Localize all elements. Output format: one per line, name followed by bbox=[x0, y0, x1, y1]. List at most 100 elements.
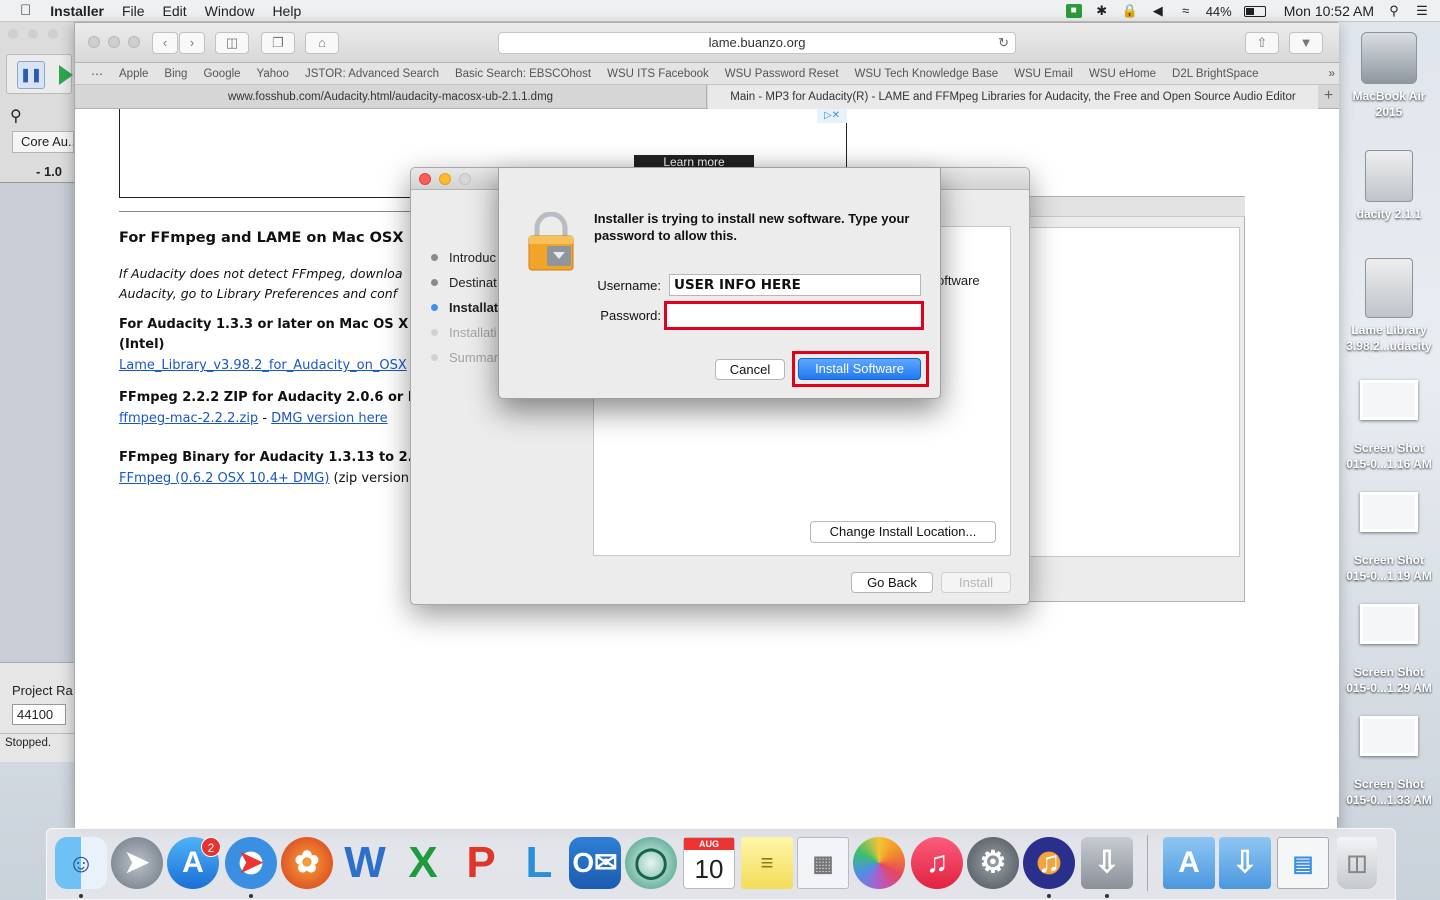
audacity-minimize-icon[interactable] bbox=[28, 29, 38, 39]
cancel-button[interactable]: Cancel bbox=[715, 359, 785, 380]
favorite-jstor[interactable]: JSTOR: Advanced Search bbox=[297, 68, 447, 80]
favorite-wsu-email[interactable]: WSU Email bbox=[1006, 68, 1081, 80]
ffmpeg-dmg-link[interactable]: FFmpeg (0.6.2 OSX 10.4+ DMG) bbox=[119, 471, 329, 486]
audio-host-select[interactable]: Core Au... bbox=[12, 131, 74, 153]
favorite-wsu-tech-kb[interactable]: WSU Tech Knowledge Base bbox=[847, 68, 1007, 80]
dmg-version-link[interactable]: DMG version here bbox=[271, 411, 387, 426]
audacity-zoom-icon[interactable] bbox=[48, 29, 58, 39]
menu-clock[interactable]: Mon 10:52 AM bbox=[1284, 3, 1374, 19]
photos-icon[interactable] bbox=[853, 837, 905, 889]
tab-fosshub[interactable]: www.fosshub.com/Audacity.html/audacity-m… bbox=[75, 85, 707, 109]
safari-minimize-icon[interactable] bbox=[108, 36, 120, 48]
username-field[interactable]: USER INFO HERE bbox=[669, 274, 921, 296]
favorite-google[interactable]: Google bbox=[195, 68, 248, 80]
finder-icon[interactable]: ☺ bbox=[55, 837, 107, 889]
desktop-icon-screenshot-2[interactable]: Screen Shot 015-0...1.19 AM bbox=[1342, 492, 1436, 584]
desktop-icon-screenshot-3[interactable]: Screen Shot 015-0...1.29 AM bbox=[1342, 604, 1436, 696]
safari-icon[interactable]: ➤ bbox=[225, 837, 277, 889]
ffmpeg-zip-link[interactable]: ffmpeg-mac-2.2.2.zip bbox=[119, 411, 258, 426]
downloads-icon[interactable]: ▼ bbox=[1289, 32, 1323, 54]
wifi-icon[interactable]: ≈ bbox=[1178, 4, 1194, 18]
audacity-icon[interactable]: ♫ bbox=[1023, 837, 1075, 889]
volume-icon[interactable]: ◀ bbox=[1150, 4, 1166, 18]
word-icon[interactable]: W bbox=[339, 837, 391, 889]
disk-image-icon bbox=[1365, 150, 1413, 202]
desktop-icon-screenshot-4[interactable]: Screen Shot 015-0...1.33 AM bbox=[1342, 716, 1436, 808]
desktop-icon-audacity-dmg[interactable]: dacity 2.1.1 bbox=[1342, 150, 1436, 222]
installer-icon[interactable]: ⇩ bbox=[1081, 837, 1133, 889]
status-bar: Stopped. bbox=[0, 733, 80, 753]
install-software-button[interactable]: Install Software bbox=[798, 358, 921, 380]
lync-icon[interactable]: L bbox=[513, 837, 565, 889]
tabs-overview-icon[interactable]: ❐ bbox=[261, 32, 295, 54]
microphone-icon[interactable]: ⚲ bbox=[10, 106, 22, 126]
track-area[interactable] bbox=[0, 182, 80, 662]
home-icon[interactable]: ⌂ bbox=[305, 32, 339, 54]
launchpad-icon[interactable]: ➤ bbox=[111, 837, 163, 889]
ad-choices-icon[interactable]: ▷✕ bbox=[817, 109, 847, 123]
spotlight-search-icon[interactable]: ⚲ bbox=[1386, 4, 1402, 18]
desktop-icon-macbook-air[interactable]: MacBook Air 2015 bbox=[1342, 32, 1436, 120]
installer-close-icon[interactable] bbox=[419, 173, 431, 185]
apple-menu-icon[interactable]:  bbox=[14, 2, 41, 19]
favorite-wsu-its-facebook[interactable]: WSU ITS Facebook bbox=[599, 68, 717, 80]
itunes-icon[interactable]: ♫ bbox=[911, 837, 963, 889]
favorite-yahoo[interactable]: Yahoo bbox=[249, 68, 297, 80]
back-icon[interactable]: ‹ bbox=[152, 32, 178, 54]
more-favorites-icon[interactable]: » bbox=[1328, 66, 1335, 80]
reload-icon[interactable]: ↻ bbox=[998, 33, 1009, 53]
firefox-icon[interactable]: ✿ bbox=[281, 837, 333, 889]
trash-icon[interactable]: ◫ bbox=[1337, 837, 1377, 889]
sidebar-icon[interactable]: ◫ bbox=[215, 32, 249, 54]
favorite-bing[interactable]: Bing bbox=[156, 68, 195, 80]
documents-stack-icon[interactable]: ▤ bbox=[1277, 837, 1329, 889]
notes-icon[interactable]: ≡ bbox=[741, 837, 793, 889]
system-preferences-icon[interactable]: ⚙ bbox=[967, 837, 1019, 889]
pause-icon[interactable]: ❚❚ bbox=[17, 61, 45, 89]
excel-icon[interactable]: X bbox=[397, 837, 449, 889]
share-icon[interactable]: ⇧ bbox=[1245, 32, 1279, 54]
downloads-folder-icon[interactable]: ⇩ bbox=[1219, 837, 1271, 889]
installer-minimize-icon[interactable] bbox=[439, 173, 451, 185]
status-app-icon[interactable]: ■ bbox=[1065, 4, 1082, 18]
menu-window[interactable]: Window bbox=[196, 3, 264, 19]
play-icon[interactable] bbox=[59, 65, 73, 85]
menu-edit[interactable]: Edit bbox=[154, 3, 196, 19]
disk-image-icon bbox=[1365, 258, 1413, 318]
menu-app-name[interactable]: Installer bbox=[41, 3, 113, 19]
outlook-icon[interactable]: O✉ bbox=[569, 837, 621, 889]
project-rate-field[interactable]: 44100 bbox=[12, 704, 66, 725]
audacity-close-icon[interactable] bbox=[8, 29, 18, 39]
battery-percent[interactable]: 44% bbox=[1206, 4, 1232, 19]
powerpoint-icon[interactable]: P bbox=[455, 837, 507, 889]
network-icon[interactable]: ◯ bbox=[625, 837, 677, 889]
favorite-apple[interactable]: Apple bbox=[111, 68, 156, 80]
password-field[interactable] bbox=[664, 301, 924, 330]
favorite-ebscohost[interactable]: Basic Search: EBSCOhost bbox=[447, 68, 599, 80]
step-done-icon bbox=[431, 279, 438, 286]
calendar-icon[interactable]: AUG 10 bbox=[683, 837, 735, 889]
lock-status-icon[interactable]: 🔒 bbox=[1122, 4, 1138, 18]
top-sites-icon[interactable]: ⋯ bbox=[75, 67, 111, 81]
applications-folder-icon[interactable]: A bbox=[1163, 837, 1215, 889]
bluetooth-icon[interactable]: ✱ bbox=[1094, 4, 1110, 18]
go-back-button[interactable]: Go Back bbox=[851, 572, 933, 593]
desktop-icon-screenshot-1[interactable]: Screen Shot 015-0...1.16 AM bbox=[1342, 380, 1436, 472]
forward-icon[interactable]: › bbox=[179, 32, 205, 54]
menu-file[interactable]: File bbox=[113, 3, 154, 19]
lame-library-link[interactable]: Lame_Library_v3.98.2_for_Audacity_on_OSX bbox=[119, 358, 407, 373]
notification-center-icon[interactable]: ☰ bbox=[1414, 4, 1430, 18]
safari-close-icon[interactable] bbox=[88, 36, 100, 48]
preview-icon[interactable]: ▦ bbox=[797, 837, 849, 889]
favorite-wsu-password-reset[interactable]: WSU Password Reset bbox=[717, 68, 847, 80]
new-tab-icon[interactable]: + bbox=[1318, 85, 1339, 109]
favorite-wsu-ehome[interactable]: WSU eHome bbox=[1081, 68, 1164, 80]
desktop-icon-lame-library[interactable]: Lame Library 3.98.2...udacity bbox=[1342, 258, 1436, 354]
tab-lame-buanzo[interactable]: Main - MP3 for Audacity(R) - LAME and FF… bbox=[708, 85, 1318, 109]
battery-icon[interactable] bbox=[1243, 5, 1266, 17]
favorite-d2l-brightspace[interactable]: D2L BrightSpace bbox=[1164, 68, 1267, 80]
menu-help[interactable]: Help bbox=[263, 3, 310, 19]
address-bar[interactable]: lame.buanzo.org ↻ bbox=[498, 32, 1016, 54]
safari-zoom-icon[interactable] bbox=[128, 36, 140, 48]
change-install-location-button[interactable]: Change Install Location... bbox=[810, 521, 996, 543]
